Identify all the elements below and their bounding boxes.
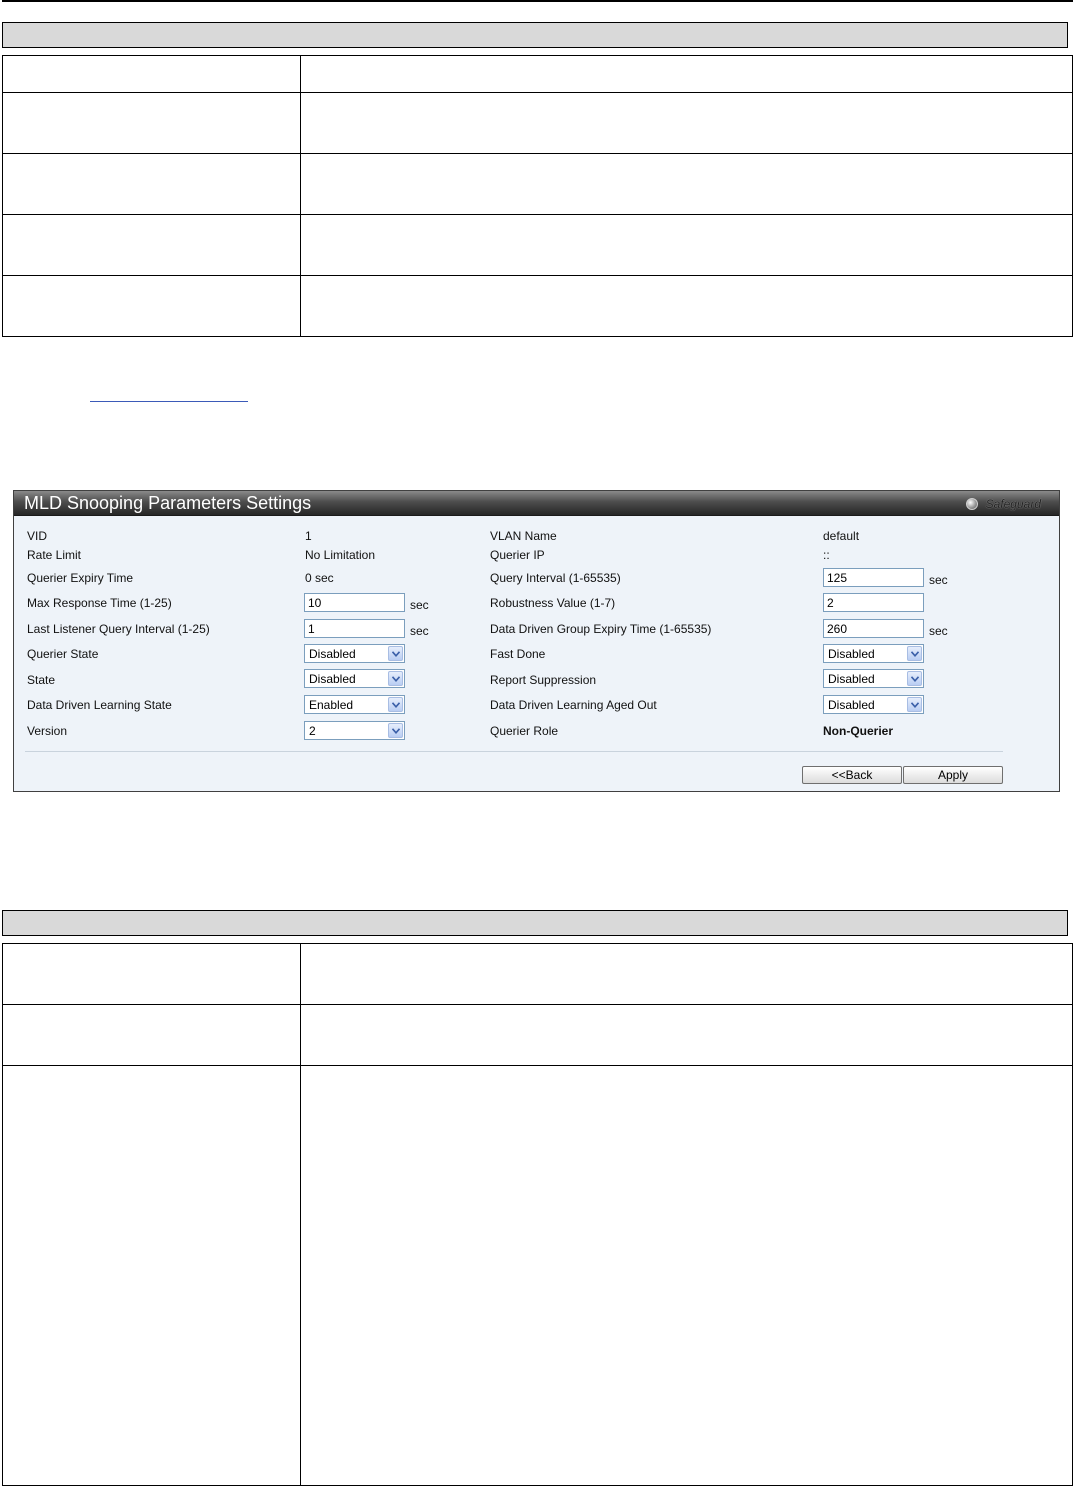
version-selected: 2	[309, 724, 316, 738]
max-response-time-input[interactable]	[304, 593, 405, 612]
fast-done-selected: Disabled	[828, 647, 875, 661]
apply-button[interactable]: Apply	[903, 766, 1003, 784]
panel-title-bar: MLD Snooping Parameters Settings Safegua…	[14, 491, 1059, 516]
version-label: Version	[27, 724, 68, 738]
data-driven-group-expiry-time-label: Data Driven Group Expiry Time (1-65535)	[490, 622, 712, 636]
table-row	[2, 1004, 1073, 1066]
safeguard-indicator-icon	[965, 498, 978, 510]
fast-done-label: Fast Done	[490, 647, 546, 661]
table-row	[2, 1065, 1073, 1486]
rate-limit-label: Rate Limit	[27, 548, 82, 562]
query-interval-label: Query Interval (1-65535)	[490, 571, 621, 585]
querier-expiry-time-label: Querier Expiry Time	[27, 571, 134, 585]
chevron-down-icon[interactable]	[388, 646, 403, 661]
query-interval-unit: sec	[929, 573, 948, 587]
querier-role-label: Querier Role	[490, 724, 559, 738]
panel-divider	[25, 751, 1003, 752]
querier-ip-value: ::	[823, 548, 830, 562]
report-suppression-select[interactable]: Disabled	[823, 669, 924, 688]
version-select[interactable]: 2	[304, 721, 405, 740]
data-driven-learning-state-selected: Enabled	[309, 698, 354, 712]
table-row	[2, 153, 1073, 215]
query-interval-input[interactable]	[823, 568, 924, 587]
querier-expiry-time-value: 0 sec	[305, 571, 334, 585]
fast-done-select[interactable]: Disabled	[823, 644, 924, 663]
safeguard-indicator: Safeguard	[965, 497, 1041, 511]
querier-state-label: Querier State	[27, 647, 99, 661]
chevron-down-icon[interactable]	[388, 697, 403, 712]
data-driven-learning-aged-out-label: Data Driven Learning Aged Out	[490, 698, 657, 712]
data-driven-learning-state-select[interactable]: Enabled	[304, 695, 405, 714]
table-row	[2, 275, 1073, 337]
table-row	[2, 214, 1073, 276]
panel-title: MLD Snooping Parameters Settings	[24, 493, 312, 513]
querier-state-selected: Disabled	[309, 647, 356, 661]
back-button[interactable]: <<Back	[802, 766, 902, 784]
last-listener-query-interval-label: Last Listener Query Interval (1-25)	[27, 622, 210, 636]
querier-role-value: Non-Querier	[823, 724, 894, 738]
state-select[interactable]: Disabled	[304, 669, 405, 688]
table-row	[2, 943, 1073, 1005]
querier-ip-label: Querier IP	[490, 548, 545, 562]
report-suppression-selected: Disabled	[828, 672, 875, 686]
last-listener-query-interval-unit: sec	[410, 624, 429, 638]
parameter-table-top	[2, 55, 1073, 337]
chevron-down-icon[interactable]	[907, 697, 922, 712]
last-listener-query-interval-input[interactable]	[304, 619, 405, 638]
max-response-time-unit: sec	[410, 598, 429, 612]
chevron-down-icon[interactable]	[388, 671, 403, 686]
data-driven-learning-aged-out-select[interactable]: Disabled	[823, 695, 924, 714]
vlan-name-label: VLAN Name	[490, 529, 557, 543]
table-header-bar-bottom	[2, 910, 1068, 936]
data-driven-learning-state-label: Data Driven Learning State	[27, 698, 172, 712]
chevron-down-icon[interactable]	[907, 671, 922, 686]
rate-limit-value: No Limitation	[305, 548, 376, 562]
vlan-name-value: default	[823, 529, 860, 543]
max-response-time-label: Max Response Time (1-25)	[27, 596, 172, 610]
vid-label: VID	[27, 529, 48, 543]
chevron-down-icon[interactable]	[907, 646, 922, 661]
report-suppression-label: Report Suppression	[490, 673, 597, 687]
data-driven-group-expiry-time-input[interactable]	[823, 619, 924, 638]
safeguard-label: Safeguard	[985, 497, 1041, 511]
page-top-rule	[2, 0, 1073, 2]
querier-state-select[interactable]: Disabled	[304, 644, 405, 663]
data-driven-learning-aged-out-selected: Disabled	[828, 698, 875, 712]
parameter-table-bottom	[2, 943, 1073, 1486]
table-row	[2, 92, 1073, 154]
data-driven-group-expiry-time-unit: sec	[929, 624, 948, 638]
robustness-value-label: Robustness Value (1-7)	[490, 596, 616, 610]
table-row	[2, 55, 1073, 93]
vid-value: 1	[305, 529, 312, 543]
hyperlink-underline[interactable]	[90, 401, 248, 402]
state-selected: Disabled	[309, 672, 356, 686]
table-header-bar-top	[2, 22, 1068, 48]
state-label: State	[27, 673, 56, 687]
chevron-down-icon[interactable]	[388, 723, 403, 738]
robustness-value-input[interactable]	[823, 593, 924, 612]
